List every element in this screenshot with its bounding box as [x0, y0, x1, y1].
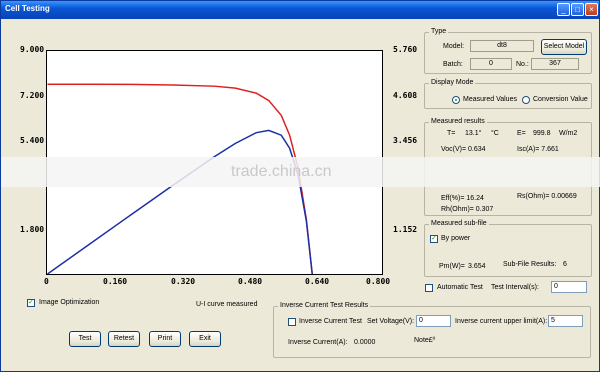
rh-readout: Rh(Ohm)= 0.307 — [441, 206, 494, 213]
display-mode-title: Display Mode — [429, 79, 476, 86]
set-voltage-input[interactable]: 0 — [416, 315, 451, 327]
model-label: Model: — [443, 43, 465, 50]
cell-testing-window: Cell Testing _ □ × 9.000 7.200 5.400 1.8… — [0, 0, 600, 372]
measured-results-title: Measured results — [429, 118, 487, 125]
temperature-label: T= — [447, 130, 456, 137]
isc-readout: Isc(A)= 7.661 — [517, 146, 559, 153]
print-button[interactable]: Print — [149, 331, 181, 347]
irradiance-value: 999.8 — [533, 130, 551, 137]
x-tick: 0.800 — [366, 277, 391, 286]
automatic-test-checkbox[interactable] — [425, 284, 433, 292]
minimize-icon[interactable]: _ — [557, 3, 570, 16]
y-right-tick: 1.152 — [393, 225, 418, 234]
inverse-current-group: Inverse Current Test Results Inverse Cur… — [273, 302, 591, 358]
voc-readout: Voc(V)= 0.634 — [441, 146, 486, 153]
x-tick: 0.320 — [171, 277, 196, 286]
image-optimization-checkbox[interactable]: ✓ — [27, 299, 35, 307]
inverse-current-label: Inverse Current(A): — [288, 339, 348, 346]
close-icon[interactable]: × — [585, 3, 598, 16]
test-button[interactable]: Test — [69, 331, 101, 347]
x-tick: 0.160 — [103, 277, 128, 286]
rs-readout: Rs(Ohm)= 0.00669 — [517, 193, 577, 200]
y-left-tick: 1.800 — [20, 225, 45, 234]
by-power-checkbox[interactable]: ✓ — [430, 235, 438, 243]
y-left-tick: 9.000 — [20, 45, 45, 54]
select-model-button[interactable]: Select Model — [541, 39, 587, 55]
subfile-results-label: Sub-File Results: — [503, 261, 557, 268]
test-interval-label: Test Interval(s): — [491, 284, 539, 291]
x-tick: 0 — [44, 277, 49, 286]
conversion-value-radio[interactable] — [522, 96, 530, 104]
y-right-tick: 5.760 — [393, 45, 418, 54]
maximize-icon[interactable]: □ — [571, 3, 584, 16]
exit-button[interactable]: Exit — [189, 331, 221, 347]
batch-label: Batch: — [443, 61, 463, 68]
pm-value: 3.654 — [468, 263, 486, 270]
set-voltage-label: Set Voltage(V): — [367, 318, 415, 325]
automatic-test-label: Automatic Test — [437, 284, 483, 291]
upper-limit-input[interactable]: 5 — [548, 315, 583, 327]
window-title: Cell Testing — [5, 4, 50, 13]
pm-label: Pm(W)= — [439, 263, 465, 270]
conversion-value-label: Conversion Value — [533, 96, 588, 103]
retest-button[interactable]: Retest — [108, 331, 140, 347]
power-curve — [47, 129, 313, 274]
title-bar: Cell Testing _ □ × — [1, 1, 599, 19]
model-field[interactable]: dt8 — [470, 40, 534, 52]
batch-field[interactable]: 0 — [470, 58, 512, 70]
measured-subfile-group: Measured sub-file ✓ By power Pm(W)= 3.65… — [424, 220, 592, 277]
y-right-tick: 4.608 — [393, 91, 418, 100]
irradiance-unit: W/m2 — [559, 130, 578, 137]
by-power-label: By power — [441, 235, 471, 242]
type-group: Type Model: dt8 Select Model Batch: 0 No… — [424, 28, 592, 74]
test-interval-input[interactable]: 0 — [551, 281, 587, 293]
watermark-text: trade.china.cn — [231, 163, 332, 180]
note-label: Note£º — [414, 337, 436, 344]
temperature-unit: °C — [491, 130, 499, 137]
x-tick: 0.640 — [305, 277, 330, 286]
y-right-tick: 3.456 — [393, 136, 418, 145]
irradiance-label: E= — [517, 130, 526, 137]
type-group-title: Type — [429, 28, 449, 35]
inverse-current-test-checkbox[interactable] — [288, 318, 296, 326]
inverse-current-value: 0.0000 — [354, 339, 376, 346]
upper-limit-label: Inverse current upper limit(A): — [455, 318, 548, 325]
image-optimization-label: Image Optimization — [39, 299, 100, 306]
subfile-results-value: 6 — [563, 261, 567, 268]
measured-values-label: Measured Values — [463, 96, 517, 103]
y-left-tick: 5.400 — [20, 136, 45, 145]
no-field[interactable]: 367 — [531, 58, 579, 70]
x-tick: 0.480 — [238, 277, 263, 286]
measured-subfile-title: Measured sub-file — [429, 220, 489, 227]
display-mode-group: Display Mode Measured Values Conversion … — [424, 79, 592, 109]
no-label: No.: — [516, 61, 529, 68]
inverse-current-title: Inverse Current Test Results — [278, 302, 371, 309]
efficiency-readout: Eff(%)= 16.24 — [441, 195, 484, 202]
measured-values-radio[interactable] — [452, 96, 460, 104]
temperature-value: 13.1° — [465, 130, 482, 137]
y-left-tick: 7.200 — [20, 91, 45, 100]
ui-curve-measured-label: U-I curve measured — [196, 301, 258, 308]
inverse-current-test-label: Inverse Current Test — [299, 318, 362, 325]
